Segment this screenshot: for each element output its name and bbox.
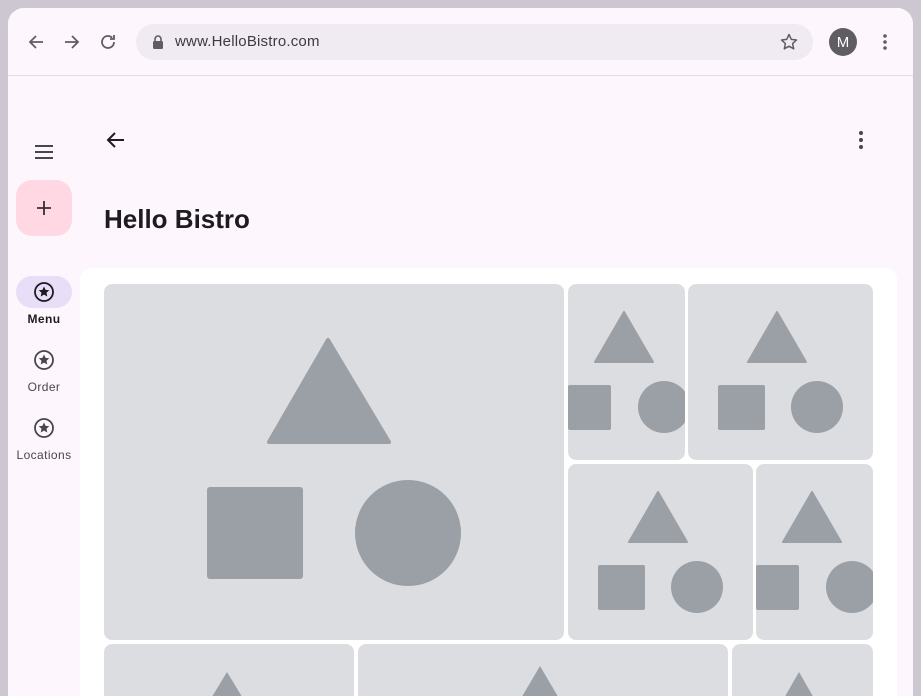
image-placeholder-icon (785, 672, 813, 696)
gallery-tile[interactable] (358, 644, 728, 696)
rail-item-label: Locations (16, 448, 72, 462)
back-arrow-icon[interactable] (22, 28, 50, 56)
rail-item-locations[interactable]: Locations (8, 412, 80, 468)
reload-icon[interactable] (94, 28, 122, 56)
avatar[interactable]: M (829, 28, 857, 56)
image-gallery (80, 268, 897, 696)
image-placeholder-icon (212, 672, 242, 696)
url-text[interactable]: www.HelloBistro.com (175, 33, 320, 50)
star-circle-icon (34, 282, 54, 302)
lock-icon (152, 35, 164, 54)
image-placeholder-icon (718, 311, 843, 433)
rail-item-label: Menu (27, 312, 61, 326)
gallery-tile[interactable] (756, 464, 873, 640)
navigation-rail: Menu Order Locations (8, 76, 80, 696)
more-vert-icon[interactable] (849, 128, 873, 152)
more-vert-icon[interactable] (871, 28, 899, 56)
rail-item-locations-indicator (16, 412, 72, 444)
rail-item-menu-indicator (16, 276, 72, 308)
image-placeholder-icon (568, 311, 685, 433)
gallery-tile[interactable] (568, 284, 685, 460)
gallery-tile[interactable] (688, 284, 873, 460)
rail-item-order-indicator (16, 344, 72, 376)
rail-item-label: Order (27, 380, 61, 394)
browser-window: www.HelloBistro.com M Menu Order Locatio… (8, 8, 913, 696)
image-placeholder-icon (207, 338, 461, 586)
star-circle-icon (34, 350, 54, 370)
device-frame: www.HelloBistro.com M Menu Order Locatio… (0, 0, 921, 696)
gallery-tile[interactable] (568, 464, 753, 640)
add-fab-button[interactable] (16, 180, 72, 236)
image-placeholder-icon (598, 491, 723, 613)
page-title: Hello Bistro (104, 204, 250, 234)
forward-arrow-icon[interactable] (58, 28, 86, 56)
address-bar[interactable]: www.HelloBistro.com (136, 24, 813, 60)
back-arrow-icon[interactable] (104, 128, 128, 152)
app-content: Menu Order Locations Hello Bistro (8, 76, 913, 696)
image-placeholder-icon (522, 666, 558, 696)
gallery-tile[interactable] (104, 284, 564, 640)
image-placeholder-icon (756, 491, 873, 613)
gallery-tile[interactable] (732, 644, 873, 696)
bookmark-star-icon[interactable] (779, 32, 799, 57)
browser-toolbar: www.HelloBistro.com M (8, 8, 913, 76)
gallery-tile[interactable] (104, 644, 354, 696)
menu-hamburger-icon[interactable] (32, 140, 56, 164)
plus-icon (37, 201, 51, 215)
rail-item-menu[interactable]: Menu (8, 276, 80, 332)
rail-item-order[interactable]: Order (8, 344, 80, 400)
star-circle-icon (34, 418, 54, 438)
avatar-initial: M (836, 33, 850, 51)
